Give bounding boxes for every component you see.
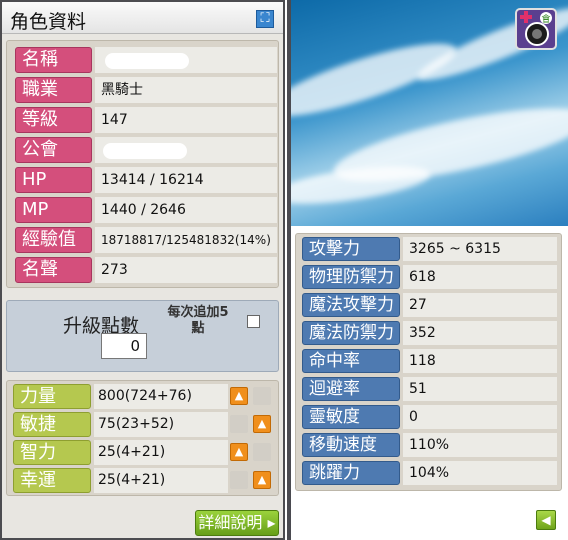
dex-empty-slot	[230, 415, 248, 433]
ap-per-click-label: 每次追加5 點	[167, 305, 229, 336]
detail-value-accuracy: 118	[403, 349, 557, 373]
ap-value-field[interactable]	[101, 333, 147, 359]
detail-label-hands: 靈敏度	[302, 405, 400, 429]
luk-empty-slot	[230, 471, 248, 489]
arrow-left-icon[interactable]: ◀	[536, 510, 556, 530]
str-arrow-up-icon[interactable]: ▲	[230, 387, 248, 405]
info-value-name	[95, 47, 277, 73]
stat-value-dex: 75(23+52)	[94, 412, 228, 437]
ap-auto-checkbox[interactable]	[247, 315, 260, 328]
info-label-level: 等級	[15, 107, 92, 133]
info-value-guild	[95, 137, 277, 163]
detail-label-jump: 跳躍力	[302, 461, 400, 485]
stat-value-int: 25(4+21)	[94, 440, 228, 465]
info-value-job: 黑騎士	[95, 77, 277, 103]
info-value-hp: 13414 / 16214	[95, 167, 277, 193]
svg-text:會: 會	[541, 13, 550, 25]
info-label-mp: MP	[15, 197, 92, 223]
detail-button[interactable]: 詳細說明 ▸	[195, 510, 279, 536]
detail-value-jump: 104%	[403, 461, 557, 485]
character-icon[interactable]: 會	[515, 8, 557, 50]
redacted-name-blur	[105, 53, 189, 69]
info-value-fame: 273	[95, 257, 277, 283]
detail-label-attack: 攻擊力	[302, 237, 400, 261]
sky-background: 會	[291, 0, 568, 226]
int-empty-slot	[253, 443, 271, 461]
detail-value-magic-def: 352	[403, 321, 557, 345]
ability-points-panel: 升級點數 每次追加5點	[6, 300, 279, 372]
info-label-guild: 公會	[15, 137, 92, 163]
stat-label-int: 智力	[13, 440, 91, 465]
basic-info-panel: 名稱 職業 黑騎士 等級 147 公會 HP 13414 / 16214 MP …	[6, 40, 279, 288]
detail-value-speed: 110%	[403, 433, 557, 457]
luk-arrow-up-icon[interactable]: ▲	[253, 471, 271, 489]
info-value-level: 147	[95, 107, 277, 133]
int-arrow-up-icon[interactable]: ▲	[230, 443, 248, 461]
stat-value-luk: 25(4+21)	[94, 468, 228, 493]
detail-label-speed: 移動速度	[302, 433, 400, 457]
str-empty-slot	[253, 387, 271, 405]
info-label-hp: HP	[15, 167, 92, 193]
window-title: 角色資料	[10, 11, 87, 33]
info-label-exp: 經驗值	[15, 227, 92, 253]
detail-value-phys-def: 618	[403, 265, 557, 289]
info-value-exp: 18718817/125481832(14%)	[95, 227, 277, 253]
info-value-mp: 1440 / 2646	[95, 197, 277, 223]
main-stats-panel: 力量 800(724+76) ▲ 敏捷 75(23+52) ▲ 智力 25(4+…	[6, 380, 279, 496]
detail-value-avoid: 51	[403, 377, 557, 401]
character-info-window: 角色資料 ⛶ 名稱 職業 黑騎士 等級 147 公會 HP 13414 / 16…	[0, 0, 285, 540]
detail-stats-window: 會 攻擊力 3265 ~ 6315 物理防禦力 618 魔法攻擊力 27 魔法防…	[291, 0, 568, 540]
detail-value-attack: 3265 ~ 6315	[403, 237, 557, 261]
info-label-job: 職業	[15, 77, 92, 103]
title-bar[interactable]: 角色資料 ⛶	[2, 2, 283, 34]
redacted-guild-blur	[103, 143, 187, 159]
dex-arrow-up-icon[interactable]: ▲	[253, 415, 271, 433]
detail-label-avoid: 迴避率	[302, 377, 400, 401]
detail-label-magic-def: 魔法防禦力	[302, 321, 400, 345]
detail-label-phys-def: 物理防禦力	[302, 265, 400, 289]
detail-value-hands: 0	[403, 405, 557, 429]
info-label-name: 名稱	[15, 47, 92, 73]
stat-value-str: 800(724+76)	[94, 384, 228, 409]
detail-label-accuracy: 命中率	[302, 349, 400, 373]
info-label-fame: 名聲	[15, 257, 92, 283]
detail-value-magic-atk: 27	[403, 293, 557, 317]
resize-icon[interactable]: ⛶	[256, 10, 274, 28]
detail-label-magic-atk: 魔法攻擊力	[302, 293, 400, 317]
stat-label-luk: 幸運	[13, 468, 91, 493]
detail-stats-panel: 攻擊力 3265 ~ 6315 物理防禦力 618 魔法攻擊力 27 魔法防禦力…	[295, 233, 562, 491]
stat-label-str: 力量	[13, 384, 91, 409]
stat-label-dex: 敏捷	[13, 412, 91, 437]
